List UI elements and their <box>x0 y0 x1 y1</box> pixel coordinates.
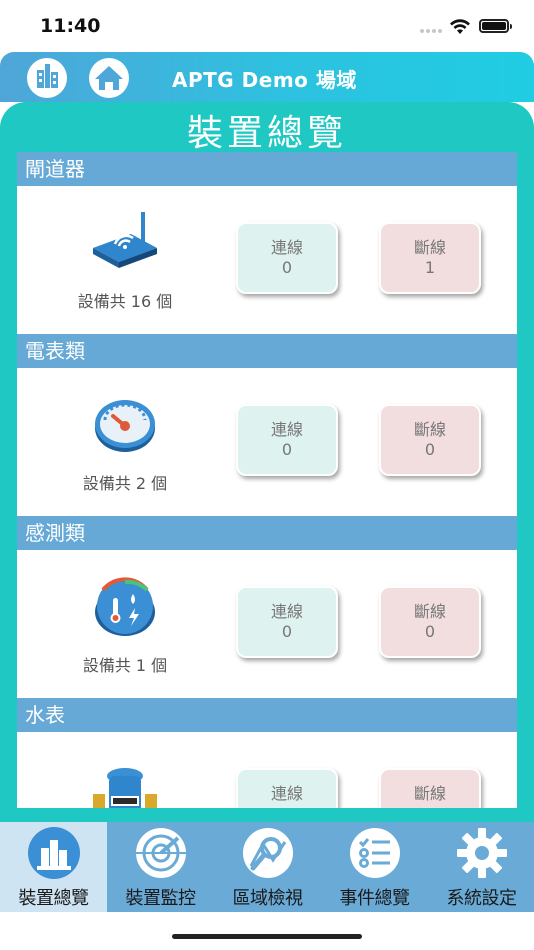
cellular-signal-icon <box>420 29 444 35</box>
router-icon <box>93 212 157 268</box>
building-icon <box>27 58 67 98</box>
home-indicator[interactable] <box>172 934 362 939</box>
category-meter: 電表類 設備共 2 個 連線 0 斷線 0 <box>17 334 517 516</box>
page-title: 裝置總覽 <box>186 113 347 154</box>
status-time: 11:40 <box>40 15 101 37</box>
category-water-meter: 水表 連線 斷線 <box>17 698 517 808</box>
category-title: 感測類 <box>17 516 517 550</box>
disconnected-value: 1 <box>424 258 436 277</box>
device-category-list[interactable]: 閘道器 設備共 16 個 連線 0 斷線 1 電表類 設備共 2 個 連線 0 … <box>17 152 517 808</box>
tab-label: 區域檢視 <box>232 888 304 909</box>
disconnected-tile[interactable]: 斷線 0 <box>379 586 481 658</box>
bottom-tab-bar: 裝置總覽 裝置監控 區域檢視 事件總覽 系統設定 <box>0 822 534 912</box>
category-gateway: 閘道器 設備共 16 個 連線 0 斷線 1 <box>17 152 517 334</box>
battery-icon <box>479 19 512 33</box>
checklist-icon <box>350 828 400 878</box>
category-body: 設備共 1 個 連線 0 斷線 0 <box>17 550 517 698</box>
connected-tile[interactable]: 連線 0 <box>236 586 338 658</box>
disconnected-tile[interactable]: 斷線 1 <box>379 222 481 294</box>
connected-tile[interactable]: 連線 <box>236 768 338 808</box>
device-overview-panel: 裝置總覽 閘道器 設備共 16 個 連線 0 斷線 1 電表類 設備共 2 個 … <box>0 102 534 822</box>
home-button[interactable] <box>84 56 134 100</box>
connected-label: 連線 <box>270 238 303 257</box>
sensor-icon <box>95 577 155 636</box>
device-overview-icon <box>28 827 80 879</box>
meter-gauge-icon <box>95 400 155 452</box>
device-count: 設備共 2 個 <box>82 474 168 493</box>
disconnected-value: 0 <box>424 440 436 459</box>
connected-value: 0 <box>281 440 293 459</box>
category-body: 設備共 16 個 連線 0 斷線 1 <box>17 186 517 334</box>
category-body: 連線 斷線 <box>17 732 517 808</box>
disconnected-value: 0 <box>424 622 436 641</box>
status-bar: 11:40 <box>0 0 534 52</box>
category-title: 水表 <box>17 698 517 732</box>
tab-label: 裝置總覽 <box>18 888 90 909</box>
tab-device-monitor[interactable]: 裝置監控 <box>107 822 214 912</box>
wifi-icon <box>450 19 470 34</box>
tab-label: 裝置監控 <box>125 888 197 909</box>
connected-tile[interactable]: 連線 0 <box>236 222 338 294</box>
category-body: 設備共 2 個 連線 0 斷線 0 <box>17 368 517 516</box>
connected-tile[interactable]: 連線 0 <box>236 404 338 476</box>
device-count: 設備共 1 個 <box>82 656 168 675</box>
tab-system-settings[interactable]: 系統設定 <box>428 822 534 912</box>
building-button[interactable] <box>22 56 72 100</box>
device-count: 設備共 16 個 <box>77 292 173 311</box>
disconnected-tile[interactable]: 斷線 0 <box>379 404 481 476</box>
gear-icon <box>457 828 507 878</box>
map-search-icon <box>243 828 293 878</box>
tab-event-overview[interactable]: 事件總覽 <box>321 822 428 912</box>
tab-area-view[interactable]: 區域檢視 <box>214 822 321 912</box>
category-title: 電表類 <box>17 334 517 368</box>
disconnected-label: 斷線 <box>413 238 446 257</box>
connected-label: 連線 <box>270 420 303 439</box>
app-header: APTG Demo 場域 <box>0 52 534 102</box>
disconnected-label: 斷線 <box>413 420 446 439</box>
category-sensor: 感測類 設備共 1 個 連線 0 斷線 0 <box>17 516 517 698</box>
home-icon <box>89 58 129 98</box>
disconnected-label: 斷線 <box>413 602 446 621</box>
water-meter-icon <box>93 768 157 808</box>
tab-label: 系統設定 <box>446 888 518 909</box>
category-title: 閘道器 <box>17 152 517 186</box>
connected-value: 0 <box>281 622 293 641</box>
tab-device-overview[interactable]: 裝置總覽 <box>0 822 107 912</box>
tab-label: 事件總覽 <box>339 888 411 909</box>
radar-icon <box>136 828 186 878</box>
disconnected-tile[interactable]: 斷線 <box>379 768 481 808</box>
connected-value: 0 <box>281 258 293 277</box>
connected-label: 連線 <box>270 602 303 621</box>
bottom-safe-area <box>0 912 534 950</box>
site-title: APTG Demo 場域 <box>172 68 357 92</box>
disconnected-label: 斷線 <box>413 784 446 803</box>
connected-label: 連線 <box>270 784 303 803</box>
